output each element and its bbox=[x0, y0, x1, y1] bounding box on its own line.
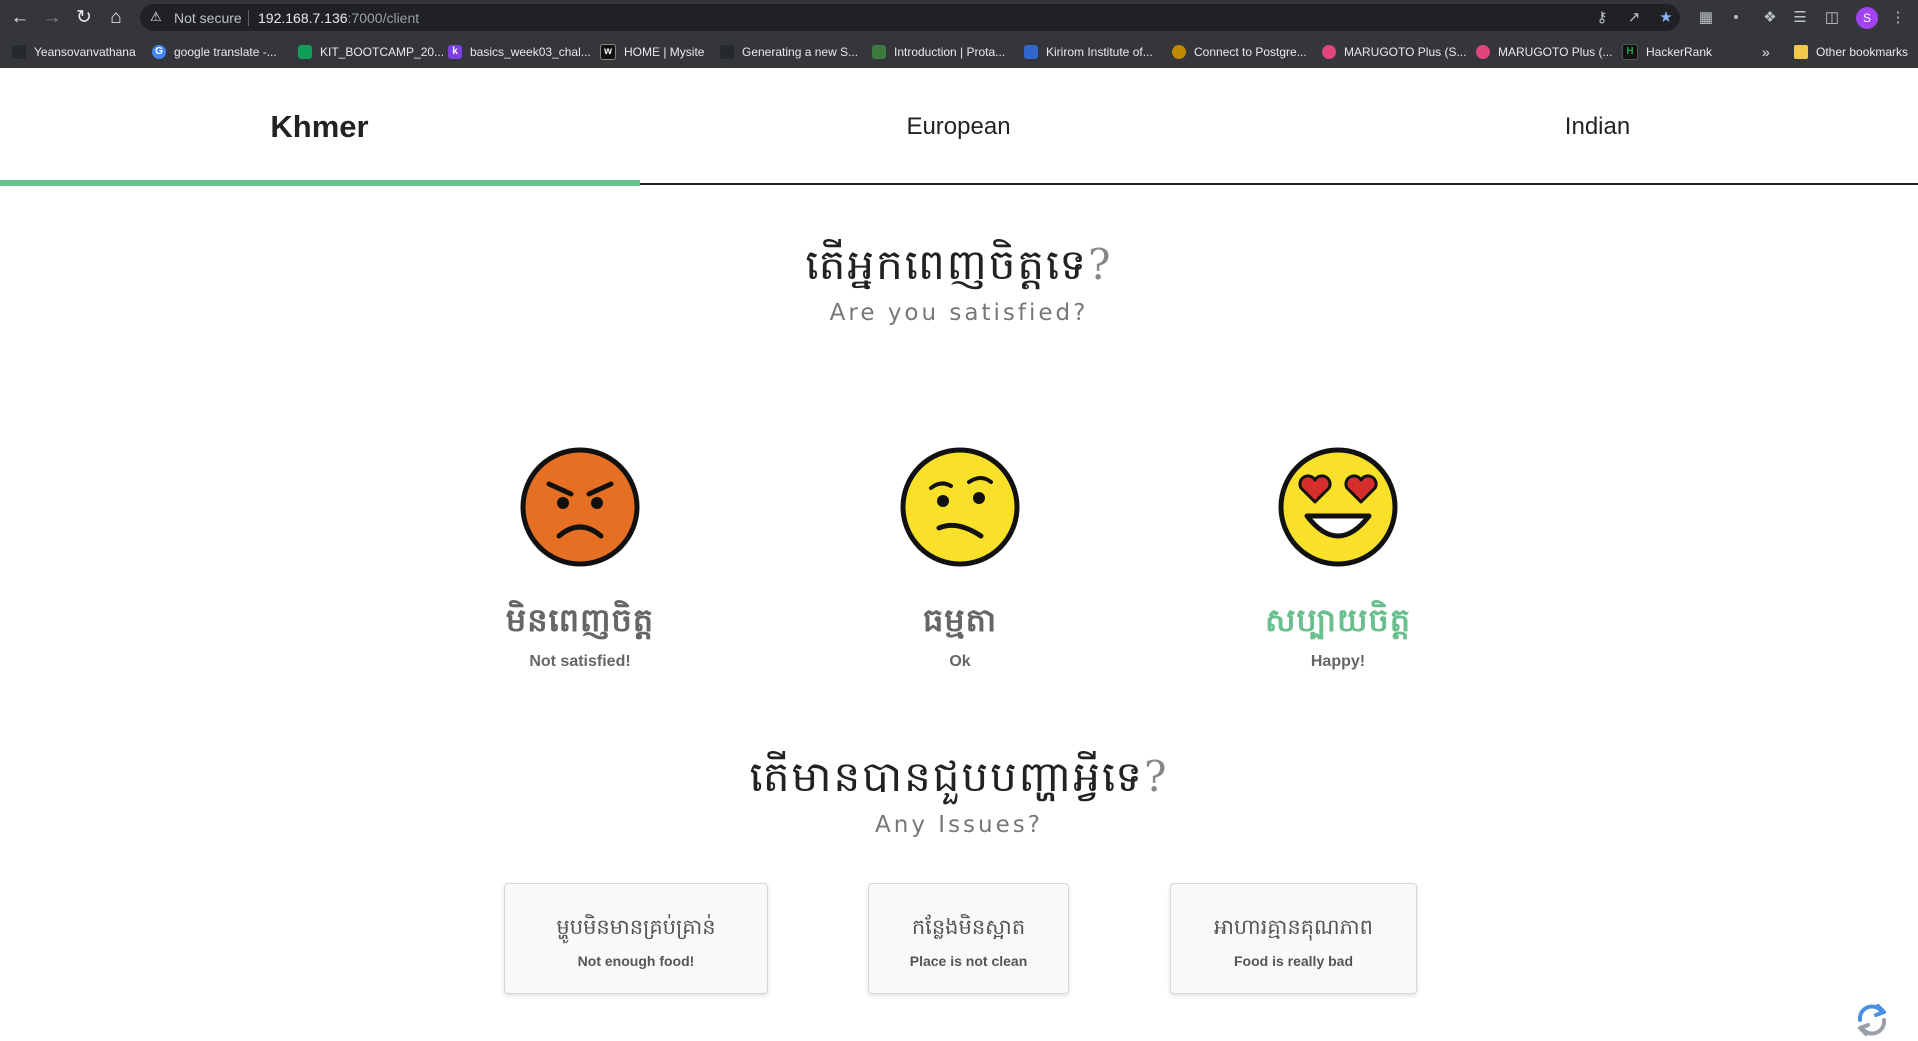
rating-happy[interactable]: សប្បាយចិត្ត Happy! bbox=[1188, 446, 1488, 671]
divider bbox=[248, 10, 249, 26]
angry-face-icon bbox=[520, 447, 640, 567]
bookmark-label: Generating a new S... bbox=[742, 45, 859, 59]
rating-label-km: ធម្មតា bbox=[922, 601, 998, 639]
issue-not-enough-food-button[interactable]: ម្ហូបមិនមានគ្រប់គ្រាន់ Not enough food! bbox=[504, 883, 768, 994]
rating-label-km: សប្បាយចិត្ត bbox=[1264, 601, 1412, 639]
bookmark-item[interactable]: H HackerRank bbox=[1622, 42, 1712, 62]
media-list-icon[interactable]: ☰ bbox=[1790, 8, 1810, 28]
forward-arrow-icon[interactable]: → bbox=[40, 6, 64, 30]
browser-chrome: ← → ↻ ⌂ ⚠ Not secure 192.168.7.136:7000/… bbox=[0, 0, 1918, 68]
github-icon bbox=[12, 45, 26, 59]
issue-label-km: អាហារគ្មានគុណភាព bbox=[1214, 915, 1373, 939]
url-text[interactable]: 192.168.7.136:7000/client bbox=[258, 10, 419, 26]
back-arrow-icon[interactable]: ← bbox=[8, 6, 32, 30]
bookmark-label: KIT_BOOTCAMP_20... bbox=[320, 45, 445, 59]
tab-european[interactable]: European bbox=[639, 68, 1278, 185]
issues-title: តើមានបានជួបបញ្ហាអ្វីទេ? bbox=[0, 750, 1918, 812]
question-mark: ? bbox=[1088, 240, 1113, 289]
rating-label-en: Happy! bbox=[1310, 653, 1366, 670]
address-toolbar: ← → ↻ ⌂ ⚠ Not secure 192.168.7.136:7000/… bbox=[0, 0, 1918, 35]
confused-face-icon bbox=[900, 447, 1020, 567]
issue-label-en: Not enough food! bbox=[577, 953, 695, 969]
issue-label-en: Food is really bad bbox=[1233, 953, 1354, 969]
bookmark-label: Introduction | Prota... bbox=[894, 45, 1006, 59]
share-icon[interactable]: ↗ bbox=[1624, 8, 1644, 28]
rating-not-satisfied[interactable]: មិនពេញចិត្ត Not satisfied! bbox=[430, 446, 730, 671]
bookmark-item[interactable]: Introduction | Prota... bbox=[872, 42, 1005, 62]
profile-avatar[interactable]: S bbox=[1856, 7, 1878, 29]
side-panel-icon[interactable]: ◫ bbox=[1822, 8, 1842, 28]
folder-icon bbox=[1794, 45, 1808, 59]
heart-eyes-face-icon bbox=[1278, 447, 1398, 567]
marugoto-icon bbox=[1476, 45, 1490, 59]
bookmark-label: basics_week03_chal... bbox=[470, 45, 591, 59]
bookmark-label: MARUGOTO Plus (S... bbox=[1344, 45, 1467, 59]
bookmark-item[interactable]: Ggoogle translate -... bbox=[152, 42, 277, 62]
bookmark-item[interactable]: Kirirom Institute of... bbox=[1024, 42, 1153, 62]
bookmark-item[interactable]: k basics_week03_chal... bbox=[448, 42, 591, 62]
tab-indian[interactable]: Indian bbox=[1278, 68, 1917, 185]
menu-kebab-icon[interactable]: ⋮ bbox=[1888, 8, 1908, 28]
bookmark-item[interactable]: MARUGOTO Plus (... bbox=[1476, 42, 1612, 62]
bookmarks-overflow-button[interactable]: » bbox=[1762, 42, 1770, 62]
bookmark-label: Connect to Postgre... bbox=[1194, 45, 1307, 59]
drive-icon bbox=[298, 45, 312, 59]
kit-icon bbox=[1024, 45, 1038, 59]
satisfaction-title: តើអ្នកពេញចិត្តទេ? bbox=[0, 238, 1918, 300]
bookmark-label: HOME | Mysite bbox=[624, 45, 705, 59]
rating-label-en: Not satisfied! bbox=[529, 653, 631, 670]
protagonist-icon bbox=[872, 45, 886, 59]
other-bookmarks[interactable]: Other bookmarks bbox=[1794, 42, 1908, 62]
bookmark-item[interactable]: Connect to Postgre... bbox=[1172, 42, 1307, 62]
bookmarks-bar: Yeansovanvathana Ggoogle translate -... … bbox=[0, 38, 1918, 66]
issue-place-not-clean-button[interactable]: កន្លែងមិនស្អាត Place is not clean bbox=[868, 883, 1069, 994]
extensions-puzzle-icon[interactable]: ❖ bbox=[1760, 8, 1780, 28]
hackerrank-icon: H bbox=[1622, 44, 1638, 60]
active-tab-indicator bbox=[0, 180, 640, 186]
extension-dot-icon[interactable]: • bbox=[1726, 8, 1746, 28]
satisfaction-title-km: តើអ្នកពេញចិត្តទេ bbox=[805, 240, 1089, 289]
address-bar[interactable]: ⚠ Not secure 192.168.7.136:7000/client ⚷… bbox=[140, 4, 1680, 31]
bookmark-label: Yeansovanvathana bbox=[34, 45, 136, 59]
issue-food-bad-button[interactable]: អាហារគ្មានគុណភាព Food is really bad bbox=[1170, 883, 1417, 994]
url-path: :7000/client bbox=[347, 10, 420, 26]
reload-icon[interactable]: ↻ bbox=[72, 6, 96, 30]
k-icon: k bbox=[448, 45, 462, 59]
bookmark-item[interactable]: Generating a new S... bbox=[720, 42, 858, 62]
bookmark-label: HackerRank bbox=[1646, 45, 1713, 59]
bookmark-item[interactable]: w HOME | Mysite bbox=[600, 42, 704, 62]
bookmark-item[interactable]: Yeansovanvathana bbox=[12, 42, 136, 62]
tab-khmer[interactable]: Khmer bbox=[0, 68, 639, 185]
google-icon: G bbox=[152, 45, 166, 59]
bookmark-star-icon[interactable]: ★ bbox=[1656, 8, 1676, 28]
bookmark-label: MARUGOTO Plus (... bbox=[1498, 45, 1613, 59]
rating-label-km: មិនពេញចិត្ត bbox=[505, 601, 655, 639]
rating-label-en: Ok bbox=[949, 653, 971, 670]
bookmark-item[interactable]: KIT_BOOTCAMP_20... bbox=[298, 42, 444, 62]
satisfaction-subtitle: Are you satisfied? bbox=[829, 300, 1089, 326]
warning-icon: ⚠ bbox=[150, 9, 162, 24]
key-icon[interactable]: ⚷ bbox=[1592, 8, 1612, 28]
bookmark-item[interactable]: MARUGOTO Plus (S... bbox=[1322, 42, 1466, 62]
issues-title-km: តើមានបានជួបបញ្ហាអ្វីទេ bbox=[749, 752, 1144, 801]
security-label: Not secure bbox=[174, 10, 242, 26]
issue-label-en: Place is not clean bbox=[909, 953, 1028, 969]
marugoto-icon bbox=[1322, 45, 1336, 59]
refresh-icon[interactable] bbox=[1852, 1000, 1892, 1040]
cuisine-tabs: Khmer European Indian bbox=[0, 68, 1918, 185]
home-icon[interactable]: ⌂ bbox=[104, 6, 128, 30]
issue-label-km: កន្លែងមិនស្អាត bbox=[911, 915, 1026, 939]
issues-subtitle: Any Issues? bbox=[875, 812, 1043, 838]
rating-ok[interactable]: ធម្មតា Ok bbox=[810, 446, 1110, 671]
wix-icon: w bbox=[600, 44, 616, 60]
bookmark-label: Kirirom Institute of... bbox=[1046, 45, 1153, 59]
url-host: 192.168.7.136 bbox=[258, 10, 348, 26]
bookmark-label: Other bookmarks bbox=[1816, 45, 1909, 59]
question-mark: ? bbox=[1143, 752, 1169, 801]
bookmark-label: google translate -... bbox=[174, 45, 277, 59]
postgres-icon bbox=[1172, 45, 1186, 59]
extension-b-icon[interactable]: ▦ bbox=[1696, 8, 1716, 28]
github-icon bbox=[720, 45, 734, 59]
issue-label-km: ម្ហូបមិនមានគ្រប់គ្រាន់ bbox=[556, 915, 716, 939]
